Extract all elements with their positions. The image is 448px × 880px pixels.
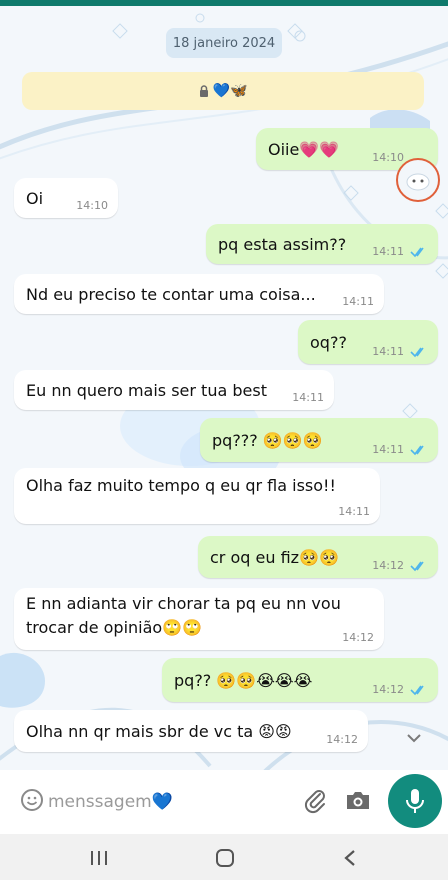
- recent-apps-icon[interactable]: [88, 850, 110, 866]
- message-placeholder[interactable]: menssagem💙: [48, 790, 173, 814]
- message-text: Nd eu preciso te contar uma coisa...: [26, 284, 316, 304]
- read-receipt-icon: [410, 247, 424, 258]
- message-bubble-outgoing[interactable]: oq?? 14:11: [298, 320, 438, 364]
- message-time: 14:11: [372, 345, 404, 358]
- pinned-notice[interactable]: 💙🦋: [22, 72, 424, 110]
- message-text: Eu nn quero mais ser tua best: [26, 380, 267, 400]
- home-icon[interactable]: [214, 848, 236, 868]
- back-icon[interactable]: [342, 849, 358, 867]
- message-text: Olha nn qr mais sbr de vc ta 😡😡: [26, 721, 292, 741]
- message-time: 14:12: [326, 733, 358, 746]
- message-time: 14:11: [372, 245, 404, 258]
- read-receipt-icon: [410, 561, 424, 572]
- sticker-icon: [406, 173, 430, 191]
- paperclip-icon[interactable]: [302, 786, 328, 814]
- date-separator: 18 janeiro 2024: [166, 28, 282, 58]
- message-bubble-incoming[interactable]: Olha faz muito tempo q eu qr fla isso!! …: [14, 468, 380, 524]
- message-bubble-incoming[interactable]: E nn adianta vir chorar ta pq eu nn vou …: [14, 588, 384, 650]
- message-bubble-outgoing[interactable]: pq esta assim?? 14:11: [206, 224, 438, 264]
- message-text: cr oq eu fiz🥺🥺: [210, 547, 339, 567]
- message-bubble-outgoing[interactable]: pq??? 🥺🥺🥺 14:11: [200, 418, 438, 462]
- message-text: pq esta assim??: [218, 234, 347, 254]
- message-bubble-incoming[interactable]: Nd eu preciso te contar uma coisa... 14:…: [14, 274, 384, 314]
- read-receipt-icon: [410, 685, 424, 696]
- read-receipt-icon: [410, 347, 424, 358]
- message-bubble-outgoing[interactable]: cr oq eu fiz🥺🥺 14:12: [198, 536, 438, 578]
- message-bubble-incoming[interactable]: Olha nn qr mais sbr de vc ta 😡😡 14:12: [14, 710, 368, 752]
- message-bubble-outgoing[interactable]: pq?? 🥺🥺😭😭😭 14:12: [162, 658, 438, 702]
- message-bubble-incoming[interactable]: Oi 14:10: [14, 178, 118, 218]
- read-receipt-icon: [410, 445, 424, 456]
- date-label: 18 janeiro 2024: [172, 35, 276, 51]
- message-text: oq??: [310, 332, 347, 352]
- message-time: 14:12: [342, 631, 374, 644]
- notice-text: 💙🦋: [212, 83, 248, 99]
- camera-icon[interactable]: [344, 788, 372, 812]
- message-time: 14:12: [372, 683, 404, 696]
- message-text: Olha faz muito tempo q eu qr fla isso!!: [26, 476, 336, 495]
- contact-avatar[interactable]: [396, 158, 440, 202]
- message-time: 14:11: [342, 295, 374, 308]
- message-text: Oiie💗💗: [268, 139, 340, 159]
- message-time: 14:12: [372, 559, 404, 572]
- message-time: 14:11: [372, 443, 404, 456]
- mic-icon: [406, 789, 424, 813]
- message-text: pq??? 🥺🥺🥺: [212, 430, 323, 450]
- chevron-down-icon[interactable]: [400, 724, 428, 752]
- message-bubble-incoming[interactable]: Eu nn quero mais ser tua best 14:11: [14, 370, 334, 410]
- emoji-icon[interactable]: [20, 788, 44, 812]
- message-time: 14:10: [76, 199, 108, 212]
- message-text: pq?? 🥺🥺😭😭😭: [174, 670, 313, 690]
- message-text: E nn adianta vir chorar ta pq eu nn vou …: [26, 594, 341, 637]
- message-time: 14:11: [292, 391, 324, 404]
- message-text: Oi: [26, 188, 44, 208]
- lock-icon: [199, 85, 208, 97]
- message-time: 14:11: [338, 505, 370, 518]
- chat-area[interactable]: 18 janeiro 2024 💙🦋 Oiie💗💗 14:10 Oi 14:10…: [0, 6, 448, 776]
- mic-button[interactable]: [388, 774, 442, 828]
